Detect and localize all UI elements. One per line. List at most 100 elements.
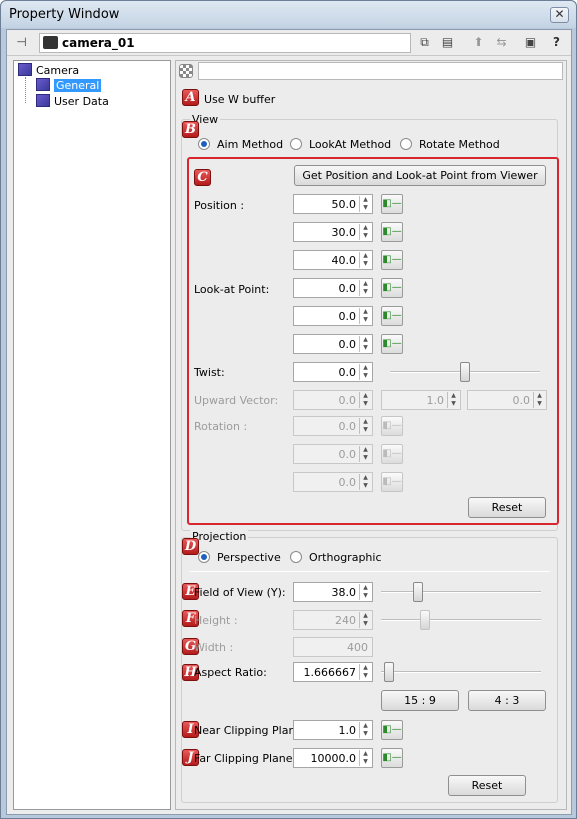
height-label: Height : [194, 614, 238, 627]
pick-rotation-y-button: ◧— [381, 444, 403, 464]
lookat-method-label[interactable]: LookAt Method [309, 138, 391, 151]
rotation-y-field: 0.0 ▲ ▼ [293, 444, 373, 464]
pick-near-clipping-button[interactable]: ◧— [381, 720, 403, 740]
move-icon[interactable]: ⇆ [493, 34, 510, 51]
position-z-field[interactable]: 40.0 ▲ ▼ [293, 250, 373, 270]
paste-icon[interactable]: ▤ [439, 34, 456, 51]
spin-arrows-icon[interactable]: ▲ ▼ [359, 584, 371, 600]
upward-x-field: 0.0 ▲ ▼ [293, 390, 373, 410]
pick-far-clipping-button[interactable]: ◧— [381, 748, 403, 768]
checker-icon[interactable] [179, 64, 193, 78]
move-up-icon[interactable]: ⬆ [470, 34, 487, 51]
upward-z-field: 0.0 ▲ ▼ [467, 390, 547, 410]
pick-rotation-x-button: ◧— [381, 416, 403, 436]
position-x-field[interactable]: 50.0 ▲ ▼ [293, 194, 373, 214]
spin-arrows-icon: ▲ ▼ [359, 474, 371, 490]
pin-icon[interactable]: ⊣ [13, 34, 30, 51]
spin-arrows-icon[interactable]: ▲ ▼ [359, 722, 371, 738]
rotation-label: Rotation : [194, 420, 248, 433]
marker-b: B [182, 121, 199, 138]
ratio-15-9-button[interactable]: 15 : 9 [381, 690, 459, 711]
node-icon [36, 78, 50, 91]
window-content: ⊣ camera_01 ⧉ ▤ ⬆ ⇆ ▣ ? Camera General U… [6, 29, 572, 815]
object-selector[interactable]: camera_01 [39, 33, 411, 53]
aspect-ratio-field[interactable]: 1.666667 ▲ ▼ [293, 662, 373, 682]
spin-arrows-icon[interactable]: ▲ ▼ [359, 664, 371, 680]
filter-input[interactable] [198, 62, 563, 80]
spin-arrows-icon: ▲ ▼ [359, 418, 371, 434]
far-clipping-field[interactable]: 10000.0 ▲ ▼ [293, 748, 373, 768]
property-panel: A Use W buffer View B Aim Method LookAt … [175, 60, 567, 810]
camera-icon [43, 36, 58, 49]
marker-a: A [182, 89, 199, 106]
help-icon[interactable]: ? [548, 34, 565, 51]
spin-arrows-icon[interactable]: ▲ ▼ [359, 224, 371, 240]
spin-arrows-icon[interactable]: ▲ ▼ [359, 308, 371, 324]
lookat-label: Look-at Point: [194, 283, 270, 296]
width-label: Width : [194, 641, 234, 654]
spin-arrows-icon[interactable]: ▲ ▼ [359, 750, 371, 766]
pick-lookat-y-button[interactable]: ◧— [381, 306, 403, 326]
title-bar[interactable]: Property Window ✕ [1, 1, 576, 28]
pick-position-y-button[interactable]: ◧— [381, 222, 403, 242]
fov-field[interactable]: 38.0 ▲ ▼ [293, 582, 373, 602]
spin-arrows-icon[interactable]: ▲ ▼ [359, 196, 371, 212]
lookat-y-field[interactable]: 0.0 ▲ ▼ [293, 306, 373, 326]
spin-arrows-icon[interactable]: ▲ ▼ [359, 364, 371, 380]
spin-arrows-icon: ▲ ▼ [533, 392, 545, 408]
orthographic-radio[interactable] [290, 551, 302, 563]
near-clipping-field[interactable]: 1.0 ▲ ▼ [293, 720, 373, 740]
spin-arrows-icon[interactable]: ▲ ▼ [359, 252, 371, 268]
close-button[interactable]: ✕ [550, 7, 569, 23]
pick-lookat-x-button[interactable]: ◧— [381, 278, 403, 298]
height-slider-thumb [420, 610, 430, 630]
aim-method-label[interactable]: Aim Method [217, 138, 283, 151]
node-icon [36, 94, 50, 107]
rotate-method-radio[interactable] [400, 138, 412, 150]
rotation-z-field: 0.0 ▲ ▼ [293, 472, 373, 492]
position-y-field[interactable]: 30.0 ▲ ▼ [293, 222, 373, 242]
pick-position-z-button[interactable]: ◧— [381, 250, 403, 270]
use-w-buffer-label[interactable]: Use W buffer [204, 93, 275, 106]
lookat-x-field[interactable]: 0.0 ▲ ▼ [293, 278, 373, 298]
marker-d: D [182, 538, 199, 555]
spin-arrows-icon[interactable]: ▲ ▼ [359, 336, 371, 352]
copy-icon[interactable]: ⧉ [416, 34, 433, 51]
window-icon[interactable]: ▣ [522, 34, 539, 51]
spin-arrows-icon: ▲ ▼ [359, 392, 371, 408]
aspect-ratio-slider[interactable] [381, 662, 541, 682]
aim-method-radio[interactable] [198, 138, 210, 150]
spin-arrows-icon: ▲ ▼ [359, 612, 371, 628]
projection-reset-button[interactable]: Reset [448, 775, 526, 796]
aspect-ratio-label: Aspect Ratio: [194, 666, 267, 679]
pick-position-x-button[interactable]: ◧— [381, 194, 403, 214]
fov-slider-thumb[interactable] [413, 582, 423, 602]
lookat-method-radio[interactable] [290, 138, 302, 150]
perspective-label[interactable]: Perspective [217, 551, 281, 564]
spin-arrows-icon: ▲ ▼ [359, 446, 371, 462]
view-reset-button[interactable]: Reset [468, 497, 546, 518]
divider [190, 571, 550, 572]
aspect-ratio-slider-thumb[interactable] [384, 662, 394, 682]
perspective-radio[interactable] [198, 551, 210, 563]
upward-y-field: 1.0 ▲ ▼ [381, 390, 461, 410]
rotate-method-label[interactable]: Rotate Method [419, 138, 500, 151]
highlight-box [187, 157, 559, 525]
fov-slider[interactable] [381, 582, 541, 602]
near-clipping-label: Near Clipping Plane: [194, 724, 306, 737]
toolbar: ⊣ camera_01 ⧉ ▤ ⬆ ⇆ ▣ ? [7, 30, 571, 56]
tree-view: Camera General User Data [13, 60, 171, 810]
position-label: Position : [194, 199, 245, 212]
twist-field[interactable]: 0.0 ▲ ▼ [293, 362, 373, 382]
tree-node-user-data[interactable]: User Data [36, 94, 109, 108]
twist-slider[interactable] [390, 362, 540, 382]
tree-node-camera[interactable]: Camera [18, 63, 79, 77]
spin-arrows-icon[interactable]: ▲ ▼ [359, 280, 371, 296]
twist-slider-thumb[interactable] [460, 362, 470, 382]
get-position-button[interactable]: Get Position and Look-at Point from View… [294, 165, 546, 186]
lookat-z-field[interactable]: 0.0 ▲ ▼ [293, 334, 373, 354]
pick-lookat-z-button[interactable]: ◧— [381, 334, 403, 354]
orthographic-label[interactable]: Orthographic [309, 551, 382, 564]
ratio-4-3-button[interactable]: 4 : 3 [468, 690, 546, 711]
tree-node-general[interactable]: General [36, 78, 102, 92]
